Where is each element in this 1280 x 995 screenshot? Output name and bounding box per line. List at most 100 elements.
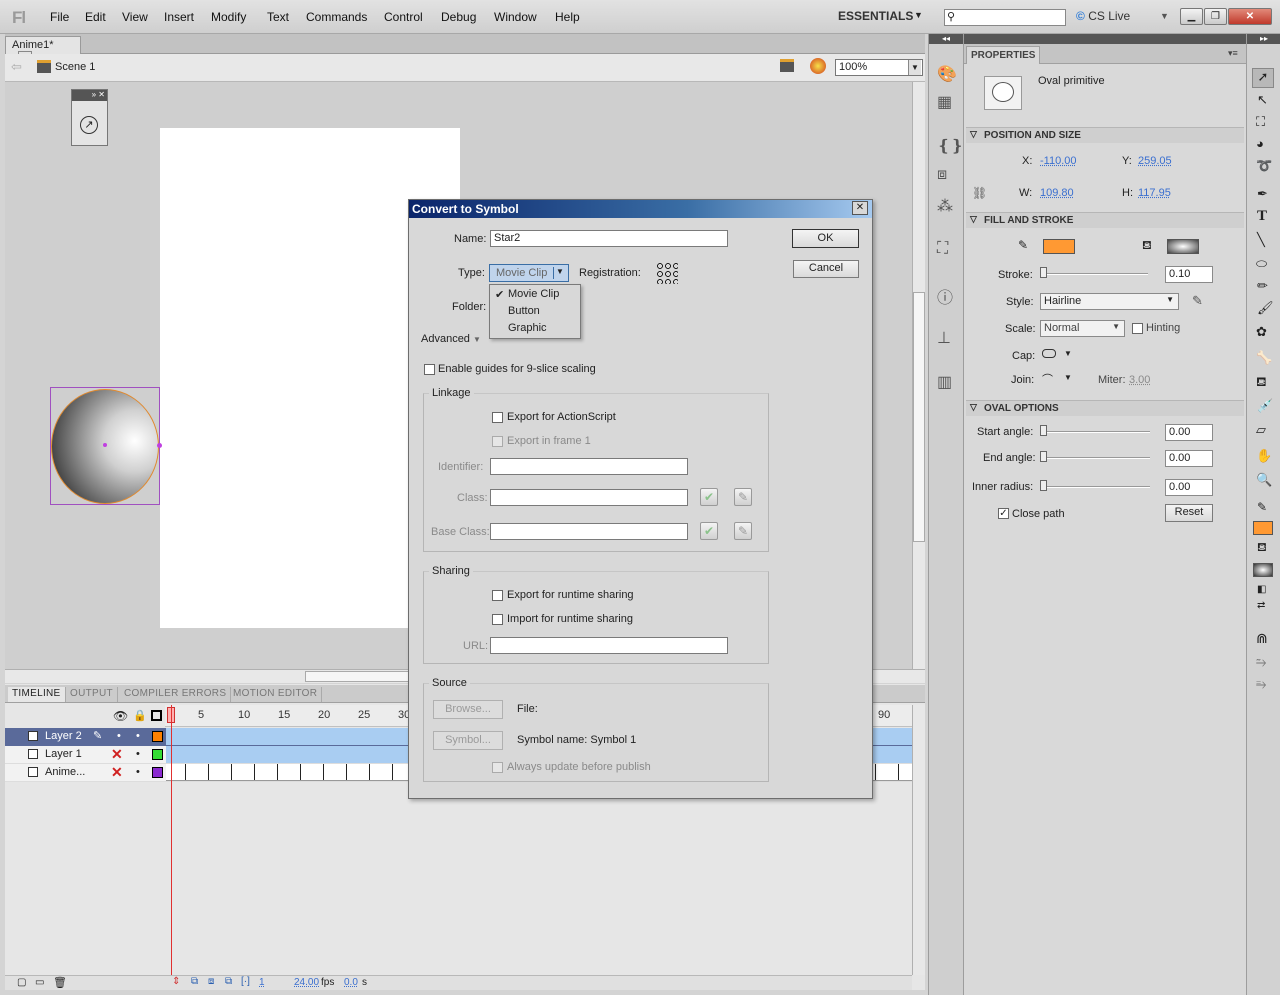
tab-properties[interactable]: PROPERTIES — [966, 46, 1041, 64]
layer-name[interactable]: Layer 2 — [45, 730, 82, 742]
swap-colors-icon[interactable]: ⇄ — [1257, 600, 1265, 611]
panel-menu-icon[interactable]: ▾≡ — [1228, 48, 1238, 59]
hinting-checkbox[interactable] — [1132, 323, 1143, 334]
cancel-button[interactable]: Cancel — [793, 260, 859, 278]
dialog-close-button[interactable]: ✕ — [852, 201, 868, 215]
snap-magnet-icon[interactable]: ⋒ — [1256, 630, 1268, 647]
free-transform-tool-icon[interactable]: ⛶ — [1256, 114, 1265, 130]
stroke-input[interactable]: 0.10 — [1165, 266, 1213, 283]
start-angle-slider[interactable] — [1042, 431, 1150, 433]
reset-button[interactable]: Reset — [1165, 504, 1213, 522]
stroke-color-swatch[interactable] — [1043, 239, 1075, 254]
type-select[interactable]: Movie Clip ▼ — [489, 264, 569, 282]
onion-outline-icon[interactable]: ⧈ — [208, 976, 214, 987]
restore-button[interactable]: ❐ — [1204, 8, 1227, 25]
oval-tool-icon[interactable]: ⬭ — [1256, 256, 1267, 272]
new-layer-icon[interactable]: ▢ — [17, 977, 26, 988]
selection-tool-icon[interactable]: ➚ — [1252, 68, 1274, 88]
export-runtime-checkbox[interactable] — [492, 590, 503, 601]
menu-edit[interactable]: Edit — [85, 10, 106, 24]
deco-tool-icon[interactable]: ✿ — [1256, 324, 1267, 340]
layer-name[interactable]: Anime... — [45, 766, 85, 778]
outline-icon[interactable] — [151, 710, 162, 721]
style-select[interactable]: Hairline ▼ — [1040, 293, 1179, 310]
visibility-dot[interactable]: • — [117, 730, 121, 742]
minimize-button[interactable]: ▁ — [1180, 8, 1203, 25]
menu-window[interactable]: Window — [494, 10, 537, 24]
layer-color-swatch[interactable] — [152, 749, 163, 760]
brush-tool-icon[interactable]: 🖌 — [1257, 300, 1274, 316]
menu-control[interactable]: Control — [384, 10, 423, 24]
timeline-vertical-scrollbar[interactable] — [912, 705, 925, 975]
transform-icon[interactable]: ⛶ — [937, 240, 948, 258]
lock-dot[interactable]: • — [136, 748, 140, 760]
frame-rate[interactable]: 24.00 — [294, 977, 319, 988]
layer-color-swatch[interactable] — [152, 731, 163, 742]
end-angle-input[interactable]: 0.00 — [1165, 450, 1213, 467]
hand-tool-icon[interactable]: ✋ — [1256, 448, 1272, 464]
align-icon[interactable]: ⊥ — [937, 328, 951, 348]
help-search-input[interactable]: ⚲ — [944, 9, 1066, 26]
trash-icon[interactable]: 🗑 — [53, 976, 67, 989]
stroke-slider-thumb[interactable] — [1040, 267, 1047, 278]
tab-output[interactable]: OUTPUT — [66, 687, 118, 702]
x-value[interactable]: -110.00 — [1040, 155, 1077, 167]
end-angle-slider[interactable] — [1042, 457, 1150, 459]
inner-radius-input[interactable]: 0.00 — [1165, 479, 1213, 496]
inner-radius-thumb[interactable] — [1040, 480, 1047, 491]
chevron-down-icon[interactable]: ▼ — [1160, 11, 1169, 21]
text-tool-icon[interactable]: T — [1257, 208, 1267, 225]
menu-help[interactable]: Help — [555, 10, 580, 24]
tab-motion-editor[interactable]: MOTION EDITOR — [229, 687, 323, 702]
menu-insert[interactable]: Insert — [164, 10, 194, 24]
edit-multiple-icon[interactable]: ⧉ — [225, 976, 232, 987]
cs-live-button[interactable]: © CS Live — [1076, 9, 1130, 23]
paint-bucket-tool-icon[interactable]: ⛾ — [1256, 374, 1267, 392]
fill-color-swatch[interactable] — [1167, 239, 1199, 254]
link-icon[interactable]: ⛓ — [972, 186, 987, 200]
scale-select[interactable]: Normal ▼ — [1040, 320, 1125, 337]
chevron-down-icon[interactable]: ▼ — [914, 10, 923, 20]
collapse-icon[interactable]: ◂◂ — [929, 34, 963, 44]
scroll-thumb[interactable] — [305, 671, 415, 682]
section-oval-options[interactable]: ▽ OVAL OPTIONS — [966, 400, 1244, 416]
stage-vertical-scrollbar[interactable] — [912, 82, 925, 669]
panel-header[interactable]: » ✕ — [72, 90, 107, 101]
center-frame-icon[interactable]: ⇕ — [172, 976, 180, 987]
black-white-icon[interactable]: ◧ — [1257, 584, 1266, 595]
chevron-down-icon[interactable]: ▼ — [1064, 373, 1072, 382]
menu-modify[interactable]: Modify — [211, 10, 246, 24]
lasso-tool-icon[interactable]: ➰ — [1256, 158, 1272, 174]
arrow-circle-icon[interactable]: ↗ — [80, 116, 98, 134]
menu-item-movie-clip[interactable]: Movie Clip — [508, 288, 559, 300]
3d-rotation-tool-icon[interactable]: ◕ — [1256, 136, 1264, 151]
scroll-thumb[interactable] — [913, 292, 925, 542]
layer-color-swatch[interactable] — [152, 767, 163, 778]
w-value[interactable]: 109.80 — [1040, 187, 1074, 199]
eyedropper-tool-icon[interactable]: 💉 — [1257, 398, 1273, 414]
eraser-tool-icon[interactable]: ▱ — [1256, 422, 1266, 438]
subselection-tool-icon[interactable]: ↖ — [1257, 92, 1268, 108]
dialog-titlebar[interactable]: Convert to Symbol — [409, 200, 872, 218]
oval-primitive[interactable] — [50, 387, 162, 505]
section-fill-stroke[interactable]: ▽ FILL AND STROKE — [966, 212, 1244, 228]
import-runtime-checkbox[interactable] — [492, 614, 503, 625]
fill-color-swatch[interactable] — [1253, 563, 1273, 577]
radius-handle[interactable] — [157, 443, 162, 448]
section-position-size[interactable]: ▽ POSITION AND SIZE — [966, 127, 1244, 143]
layer-name[interactable]: Layer 1 — [45, 748, 82, 760]
back-arrow-icon[interactable]: ⇦ — [11, 59, 22, 75]
menu-item-button[interactable]: Button — [508, 305, 540, 317]
close-window-button[interactable]: ✕ — [1228, 8, 1272, 25]
edit-stroke-style-icon[interactable]: ✎ — [1192, 293, 1203, 309]
symbol-name-input[interactable]: Star2 — [490, 230, 728, 247]
straighten-icon[interactable]: ⥱ — [1256, 676, 1266, 692]
pencil-tool-icon[interactable]: ✏ — [1257, 278, 1268, 294]
menu-item-graphic[interactable]: Graphic — [508, 322, 547, 334]
pen-tool-icon[interactable]: ✒ — [1257, 186, 1268, 202]
expand-icon[interactable]: ▸▸ — [1247, 34, 1280, 44]
menu-debug[interactable]: Debug — [441, 10, 476, 24]
stroke-slider[interactable] — [1042, 273, 1148, 275]
eye-icon[interactable]: 👁 — [113, 709, 128, 723]
end-angle-thumb[interactable] — [1040, 451, 1047, 462]
